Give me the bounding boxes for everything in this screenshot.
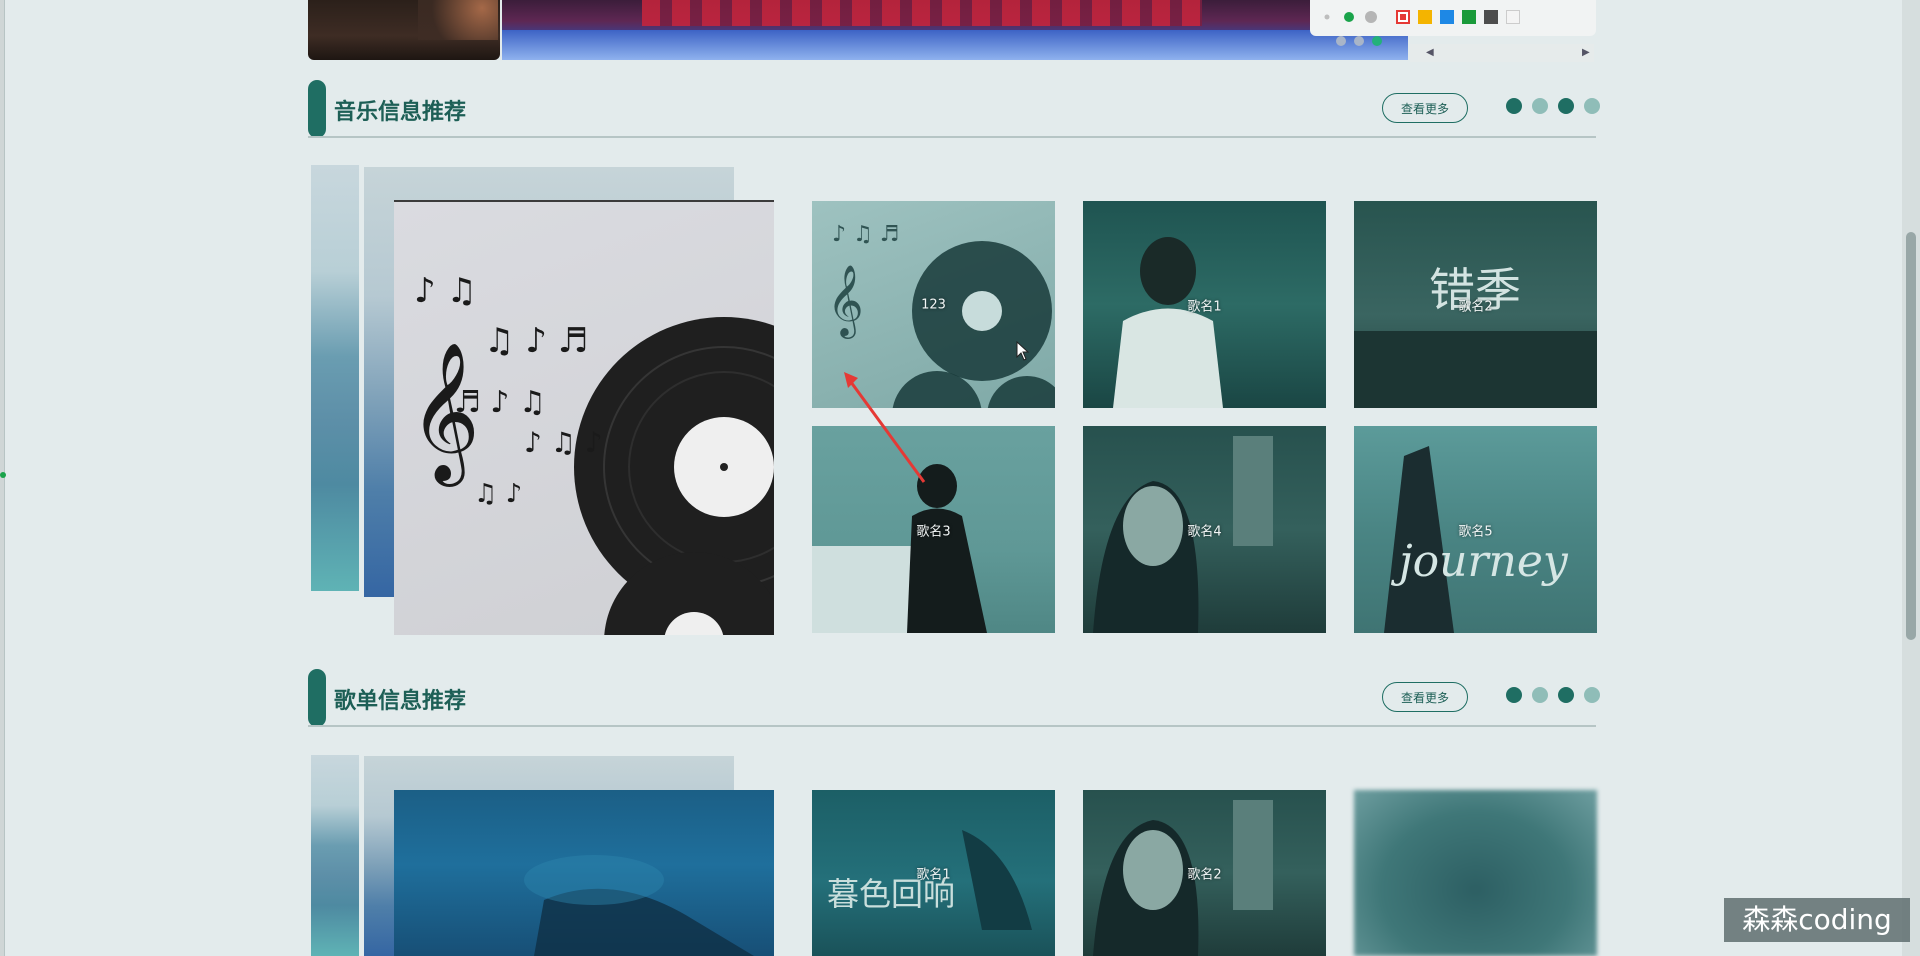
mouse-cursor-icon <box>1016 341 1030 361</box>
playlist-title: 歌名2 <box>1187 867 1222 883</box>
dark-square-icon[interactable] <box>1484 10 1498 24</box>
horizontal-scrollbar[interactable]: ◀ ▶ <box>1410 44 1594 62</box>
playlist-title: 歌名1 <box>916 867 951 883</box>
watermark: 森森coding <box>1724 898 1910 942</box>
carousel-current-slide[interactable] <box>502 0 1408 60</box>
pager-dot[interactable] <box>1532 687 1548 703</box>
scrollbar-thumb[interactable] <box>1906 232 1916 640</box>
view-more-button-playlist[interactable]: 查看更多 <box>1382 682 1468 712</box>
song-title: 歌名2 <box>1458 299 1493 314</box>
yellow-square-icon[interactable] <box>1418 10 1432 24</box>
carousel-prev-slide[interactable] <box>308 0 500 60</box>
svg-text:♪ ♫ ♪: ♪ ♫ ♪ <box>524 426 603 459</box>
scroll-right-arrow-icon[interactable]: ▶ <box>1582 47 1590 58</box>
blue-square-icon[interactable] <box>1440 10 1454 24</box>
playlist-card[interactable] <box>1354 790 1597 956</box>
vinyl-record-art: 𝄞 ♪ ♫ ♫ ♪ ♬ ♬ ♪ ♫ ♪ ♫ ♪ ♫ ♪ <box>409 271 774 635</box>
pager-dot[interactable] <box>1506 98 1522 114</box>
svg-text:♪ ♫ ♬: ♪ ♫ ♬ <box>832 222 899 247</box>
svg-text:♬ ♪ ♫: ♬ ♪ ♫ <box>454 385 546 420</box>
gray-dot-icon[interactable] <box>1364 10 1378 24</box>
pager-dot[interactable] <box>1506 687 1522 703</box>
scroll-left-arrow-icon[interactable]: ◀ <box>1426 47 1434 58</box>
annotation-toolbar <box>1310 0 1596 36</box>
red-square-icon[interactable] <box>1396 10 1410 24</box>
playlist-card[interactable]: 歌名2 <box>1083 790 1326 956</box>
song-card[interactable]: 歌名4 <box>1083 426 1326 633</box>
svg-text:♪ ♫: ♪ ♫ <box>414 271 477 311</box>
svg-text:♫ ♪: ♫ ♪ <box>474 479 522 509</box>
section-accent-bar <box>308 80 326 138</box>
vertical-scrollbar[interactable] <box>1902 0 1920 956</box>
song-title: 歌名4 <box>1187 524 1222 539</box>
song-card[interactable]: journey 歌名5 <box>1354 426 1597 633</box>
underwater-art <box>524 855 754 956</box>
section-accent-bar <box>308 669 326 727</box>
carousel-dot-1[interactable] <box>1336 36 1346 46</box>
carousel-indicators <box>1336 36 1382 46</box>
playlist-card[interactable]: 暮色回响 歌名1 <box>812 790 1055 956</box>
white-square-icon[interactable] <box>1506 10 1520 24</box>
stack-card-back[interactable] <box>311 755 359 956</box>
pager-dot[interactable] <box>1584 687 1600 703</box>
song-title: 歌名3 <box>916 524 951 539</box>
pager-dot[interactable] <box>1558 687 1574 703</box>
section-title-music: 音乐信息推荐 <box>334 100 467 125</box>
section-divider <box>308 136 1596 138</box>
stage-floor <box>502 30 1408 60</box>
section-divider <box>308 725 1596 727</box>
section-title-playlist: 歌单信息推荐 <box>334 689 467 714</box>
song-title: 歌名5 <box>1458 524 1493 539</box>
annotation-arrow <box>844 372 926 483</box>
slide-glow <box>418 0 498 40</box>
stack-card-front[interactable] <box>394 790 774 956</box>
pager-dot[interactable] <box>1584 98 1600 114</box>
section-pager-music <box>1506 98 1600 114</box>
stack-card-front[interactable]: 𝄞 ♪ ♫ ♫ ♪ ♬ ♬ ♪ ♫ ♪ ♫ ♪ ♫ ♪ <box>394 200 774 635</box>
green-square-icon[interactable] <box>1462 10 1476 24</box>
svg-text:♫ ♪ ♬: ♫ ♪ ♬ <box>484 321 588 361</box>
song-card[interactable]: 歌名1 <box>1083 201 1326 408</box>
section-pager-playlist <box>1506 687 1600 703</box>
song-card[interactable]: 错季 歌名2 <box>1354 201 1597 408</box>
pager-dot[interactable] <box>1558 98 1574 114</box>
svg-text:journey: journey <box>1390 536 1569 587</box>
stage-lights <box>642 0 1202 26</box>
carousel-dot-2[interactable] <box>1354 36 1364 46</box>
resize-handle-left[interactable] <box>0 472 6 478</box>
view-more-button-music[interactable]: 查看更多 <box>1382 93 1468 123</box>
carousel-dot-3[interactable] <box>1372 36 1382 46</box>
dot-icon[interactable] <box>1320 10 1334 24</box>
green-dot-icon[interactable] <box>1342 10 1356 24</box>
song-title: 123 <box>921 297 946 312</box>
stack-card-back[interactable] <box>311 165 359 591</box>
left-window-border <box>0 0 5 956</box>
pager-dot[interactable] <box>1532 98 1548 114</box>
song-title: 歌名1 <box>1187 299 1222 314</box>
